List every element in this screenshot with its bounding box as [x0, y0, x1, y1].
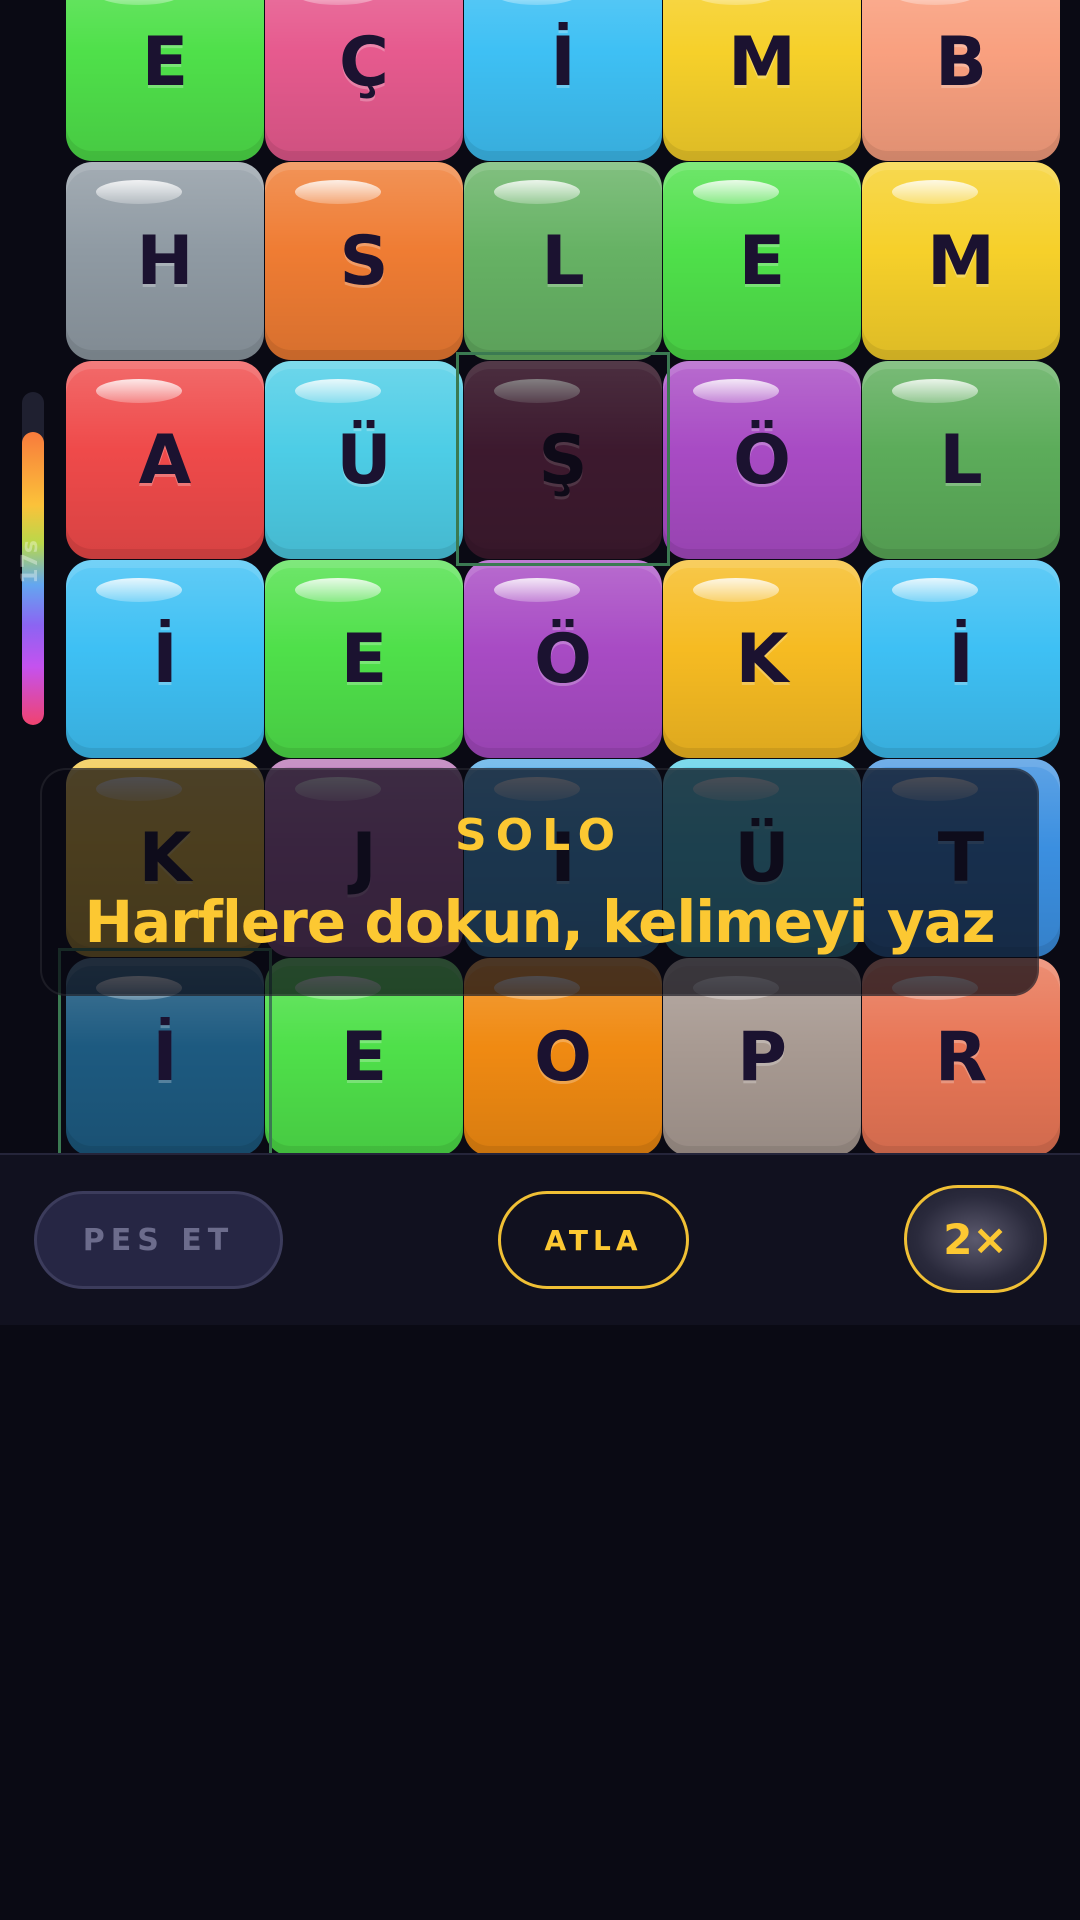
- tile-letter: Ü: [336, 420, 392, 500]
- letter-tile[interactable]: S: [265, 162, 463, 360]
- tile-letter: E: [738, 221, 786, 301]
- instruction-text: Harflere dokun, kelimeyi yaz: [84, 888, 995, 956]
- tile-shine: [892, 379, 978, 403]
- action-bar: PES ET ATLA 2×: [0, 1153, 1080, 1325]
- letter-tile[interactable]: İ: [464, 0, 662, 161]
- tile-letter: H: [136, 221, 194, 301]
- letter-tile[interactable]: İ: [66, 560, 264, 758]
- tile-shine: [96, 379, 182, 403]
- multiplier-button[interactable]: 2×: [904, 1185, 1047, 1293]
- tile-letter: O: [534, 1017, 592, 1097]
- letter-tile[interactable]: Ç: [265, 0, 463, 161]
- tile-shine: [693, 0, 779, 5]
- timer-label: 17s: [18, 540, 43, 584]
- tile-letter: E: [340, 619, 388, 699]
- tile-letter: Ö: [733, 420, 791, 500]
- letter-tile[interactable]: Ö: [663, 361, 861, 559]
- tile-letter: Ş: [538, 420, 588, 500]
- letter-tile[interactable]: Ş: [464, 361, 662, 559]
- tile-shine: [892, 0, 978, 5]
- tile-shine: [295, 180, 381, 204]
- tile-shine: [295, 379, 381, 403]
- letter-tile[interactable]: K: [663, 560, 861, 758]
- tile-shine: [892, 180, 978, 204]
- tile-shine: [693, 379, 779, 403]
- letter-tile[interactable]: Ö: [464, 560, 662, 758]
- tile-letter: L: [541, 221, 585, 301]
- letter-tile[interactable]: L: [464, 162, 662, 360]
- tile-letter: İ: [948, 619, 974, 699]
- tile-shine: [693, 180, 779, 204]
- tile-letter: A: [138, 420, 192, 500]
- letter-tile[interactable]: H: [66, 162, 264, 360]
- letter-tile[interactable]: M: [862, 162, 1060, 360]
- letter-tile[interactable]: E: [663, 162, 861, 360]
- game-screen: EÇİMBHSLEMAÜŞÖLİEÖKİKJIÜTİEOPR 17s SOLO …: [0, 0, 1080, 1920]
- letter-tile[interactable]: İ: [862, 560, 1060, 758]
- tile-shine: [96, 180, 182, 204]
- letter-tile[interactable]: B: [862, 0, 1060, 161]
- letter-tile[interactable]: E: [66, 0, 264, 161]
- tile-letter: R: [934, 1017, 988, 1097]
- tile-shine: [295, 0, 381, 5]
- tile-shine: [693, 578, 779, 602]
- letter-tile[interactable]: A: [66, 361, 264, 559]
- tile-letter: S: [339, 221, 389, 301]
- tile-shine: [494, 379, 580, 403]
- letter-tile[interactable]: M: [663, 0, 861, 161]
- tile-shine: [494, 180, 580, 204]
- tile-letter: Ç: [339, 22, 389, 102]
- instruction-banner: SOLO Harflere dokun, kelimeyi yaz: [40, 768, 1039, 996]
- letter-tile[interactable]: E: [265, 560, 463, 758]
- tile-shine: [295, 578, 381, 602]
- tile-shine: [892, 578, 978, 602]
- tile-letter: L: [939, 420, 983, 500]
- tile-letter: M: [927, 221, 995, 301]
- letter-tile[interactable]: Ü: [265, 361, 463, 559]
- tile-letter: P: [737, 1017, 787, 1097]
- give-up-button[interactable]: PES ET: [34, 1191, 283, 1289]
- tile-shine: [96, 0, 182, 5]
- tile-letter: Ö: [534, 619, 592, 699]
- skip-button[interactable]: ATLA: [498, 1191, 689, 1289]
- letter-tile[interactable]: L: [862, 361, 1060, 559]
- tile-letter: İ: [152, 619, 178, 699]
- tile-shine: [494, 578, 580, 602]
- tile-shine: [96, 578, 182, 602]
- tile-letter: E: [141, 22, 189, 102]
- tile-letter: B: [935, 22, 987, 102]
- tile-letter: İ: [152, 1017, 178, 1097]
- game-mode-label: SOLO: [455, 810, 624, 861]
- tile-letter: M: [728, 22, 796, 102]
- tile-shine: [494, 0, 580, 5]
- tile-letter: K: [735, 619, 789, 699]
- tile-letter: E: [340, 1017, 388, 1097]
- tile-letter: İ: [550, 22, 576, 102]
